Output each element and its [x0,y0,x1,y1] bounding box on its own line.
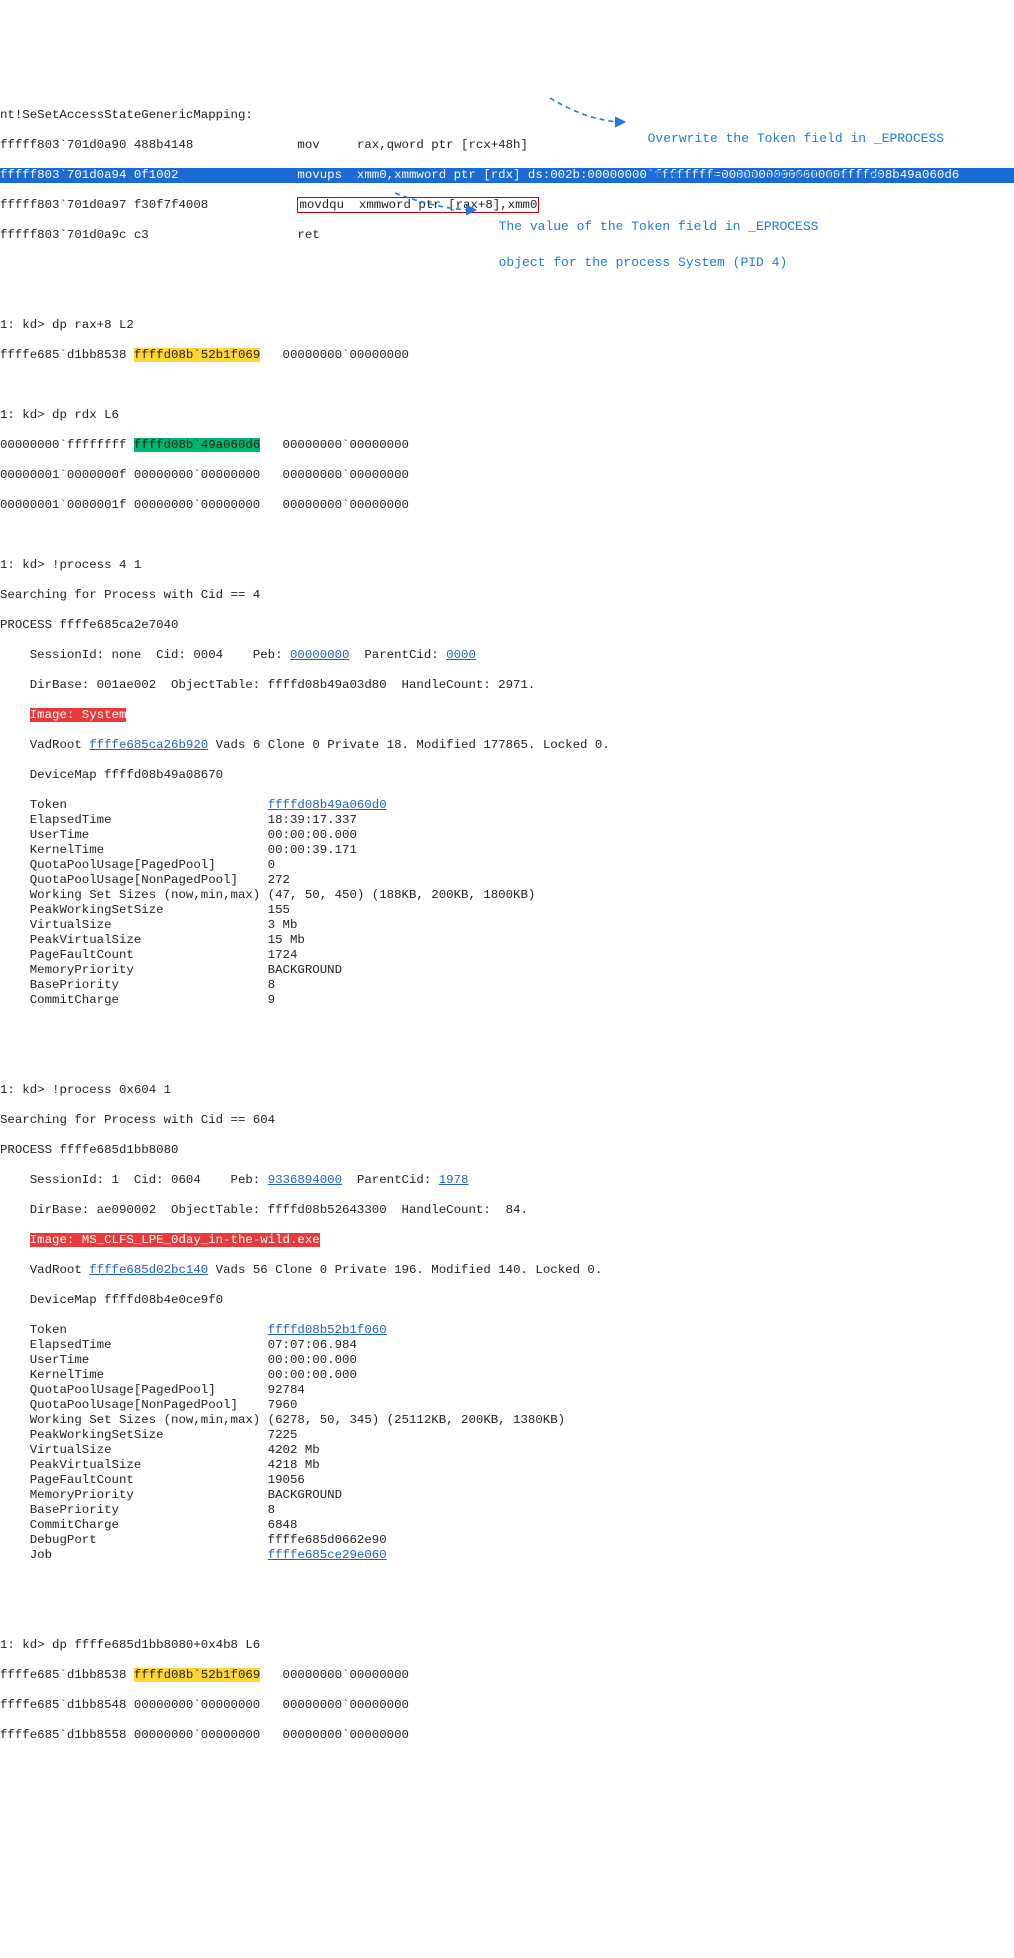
process-field-row: PeakVirtualSize 4218 Mb [0,1458,1014,1473]
process-header-line: PROCESS ffffe685ca2e7040 [0,618,1014,633]
memory-dump-row: 00000000`ffffffff ffffd08b`49a060d6 0000… [0,438,1014,453]
field-link[interactable]: ffffd08b52b1f060 [268,1323,387,1337]
process-field-row: MemoryPriority BACKGROUND [0,1488,1014,1503]
process-image-line: Image: MS_CLFS_LPE_0day_in-the-wild.exe [0,1233,1014,1248]
annotation-text: The value of the Token field in _EPROCES… [499,219,819,234]
process-field-row: UserTime 00:00:00.000 [0,1353,1014,1368]
field-link[interactable]: ffffd08b49a060d0 [268,798,387,812]
process-session-line: SessionId: none Cid: 0004 Peb: 00000000 … [0,648,1014,663]
annotation-text: Overwrite the Token field in _EPROCESS [648,131,944,146]
process-field-row: ElapsedTime 07:07:06.984 [0,1338,1014,1353]
annotation-text: object for the process System (PID 4) [499,255,788,270]
highlight-value: ffffd08b`52b1f069 [134,348,260,362]
process-field-row: PeakWorkingSetSize 155 [0,903,1014,918]
process-field-row: PeakVirtualSize 15 Mb [0,933,1014,948]
process-field-row: UserTime 00:00:00.000 [0,828,1014,843]
parentcid-link[interactable]: 0000 [446,648,476,662]
process-field-row: QuotaPoolUsage[NonPagedPool] 272 [0,873,1014,888]
process-field-row: Working Set Sizes (now,min,max) (47, 50,… [0,888,1014,903]
process-dirbase-line: DirBase: 001ae002 ObjectTable: ffffd08b4… [0,678,1014,693]
kd-command: 1: kd> dp ffffe685d1bb8080+0x4b8 L6 [0,1638,1014,1653]
peb-link[interactable]: 00000000 [290,648,350,662]
highlight-value: ffffd08b`49a060d6 [134,438,260,452]
blank-line [0,1578,1014,1593]
kd-command: 1: kd> !process 0x604 1 [0,1083,1014,1098]
memory-dump-row: ffffe685`d1bb8548 00000000`00000000 0000… [0,1698,1014,1713]
debugger-output-panel: { "disasm": { "header": "nt!SeSetAccessS… [0,30,1014,1898]
process-devicemap-line: DeviceMap ffffd08b49a08670 [0,768,1014,783]
process-search-line: Searching for Process with Cid == 4 [0,588,1014,603]
process-field-row: BasePriority 8 [0,1503,1014,1518]
process-session-line: SessionId: 1 Cid: 0604 Peb: 9336894000 P… [0,1173,1014,1188]
process-field-row: Token ffffd08b49a060d0 [0,798,1014,813]
parentcid-link[interactable]: 1978 [439,1173,469,1187]
process-field-row: BasePriority 8 [0,978,1014,993]
process-field-row: Working Set Sizes (now,min,max) (6278, 5… [0,1413,1014,1428]
process-field-row: VirtualSize 3 Mb [0,918,1014,933]
process-field-row: Token ffffd08b52b1f060 [0,1323,1014,1338]
process-header-line: PROCESS ffffe685d1bb8080 [0,1143,1014,1158]
image-name-highlight: Image: System [30,708,127,722]
process-field-row: Job ffffe685ce29e060 [0,1548,1014,1563]
memory-dump-row: 00000001`0000001f 00000000`00000000 0000… [0,498,1014,513]
vadroot-link[interactable]: ffffe685d02bc140 [89,1263,208,1277]
process-field-row: PageFaultCount 1724 [0,948,1014,963]
peb-link[interactable]: 9336894000 [268,1173,342,1187]
field-link[interactable]: ffffe685ce29e060 [268,1548,387,1562]
process-devicemap-line: DeviceMap ffffd08b4e0ce9f0 [0,1293,1014,1308]
process-field-row: CommitCharge 9 [0,993,1014,1008]
process-field-row: VirtualSize 4202 Mb [0,1443,1014,1458]
annotation-system-token: The value of the Token field in _EPROCES… [483,200,818,272]
process-image-line: Image: System [0,708,1014,723]
memory-dump-row: ffffe685`d1bb8538 ffffd08b`52b1f069 0000… [0,1668,1014,1683]
process-field-row: QuotaPoolUsage[NonPagedPool] 7960 [0,1398,1014,1413]
process-field-row: MemoryPriority BACKGROUND [0,963,1014,978]
process-field-row: QuotaPoolUsage[PagedPool] 92784 [0,1383,1014,1398]
highlight-value: ffffd08b`52b1f069 [134,1668,260,1682]
process-field-row: DebugPort ffffe685d0662e90 [0,1533,1014,1548]
process-field-row: ElapsedTime 18:39:17.337 [0,813,1014,828]
blank-line [0,1023,1014,1038]
process-field-row: QuotaPoolUsage[PagedPool] 0 [0,858,1014,873]
process-vadroot-line: VadRoot ffffe685ca26b920 Vads 6 Clone 0 … [0,738,1014,753]
annotation-overwrite-token: Overwrite the Token field in _EPROCESS o… [632,112,944,184]
process-field-row: PageFaultCount 19056 [0,1473,1014,1488]
kd-command: 1: kd> dp rax+8 L2 [0,318,1014,333]
annotation-text: object for the current process [648,167,882,182]
memory-dump-row: ffffe685`d1bb8538 ffffd08b`52b1f069 0000… [0,348,1014,363]
process-field-row: PeakWorkingSetSize 7225 [0,1428,1014,1443]
image-name-highlight: Image: MS_CLFS_LPE_0day_in-the-wild.exe [30,1233,320,1247]
process-field-row: CommitCharge 6848 [0,1518,1014,1533]
process-vadroot-line: VadRoot ffffe685d02bc140 Vads 56 Clone 0… [0,1263,1014,1278]
process-dirbase-line: DirBase: ae090002 ObjectTable: ffffd08b5… [0,1203,1014,1218]
kd-command: 1: kd> dp rdx L6 [0,408,1014,423]
process-field-row: KernelTime 00:00:39.171 [0,843,1014,858]
memory-dump-row: 00000001`0000000f 00000000`00000000 0000… [0,468,1014,483]
process-search-line: Searching for Process with Cid == 604 [0,1113,1014,1128]
vadroot-link[interactable]: ffffe685ca26b920 [89,738,208,752]
memory-dump-row: ffffe685`d1bb8558 00000000`00000000 0000… [0,1728,1014,1743]
process-field-row: KernelTime 00:00:00.000 [0,1368,1014,1383]
kd-command: 1: kd> !process 4 1 [0,558,1014,573]
